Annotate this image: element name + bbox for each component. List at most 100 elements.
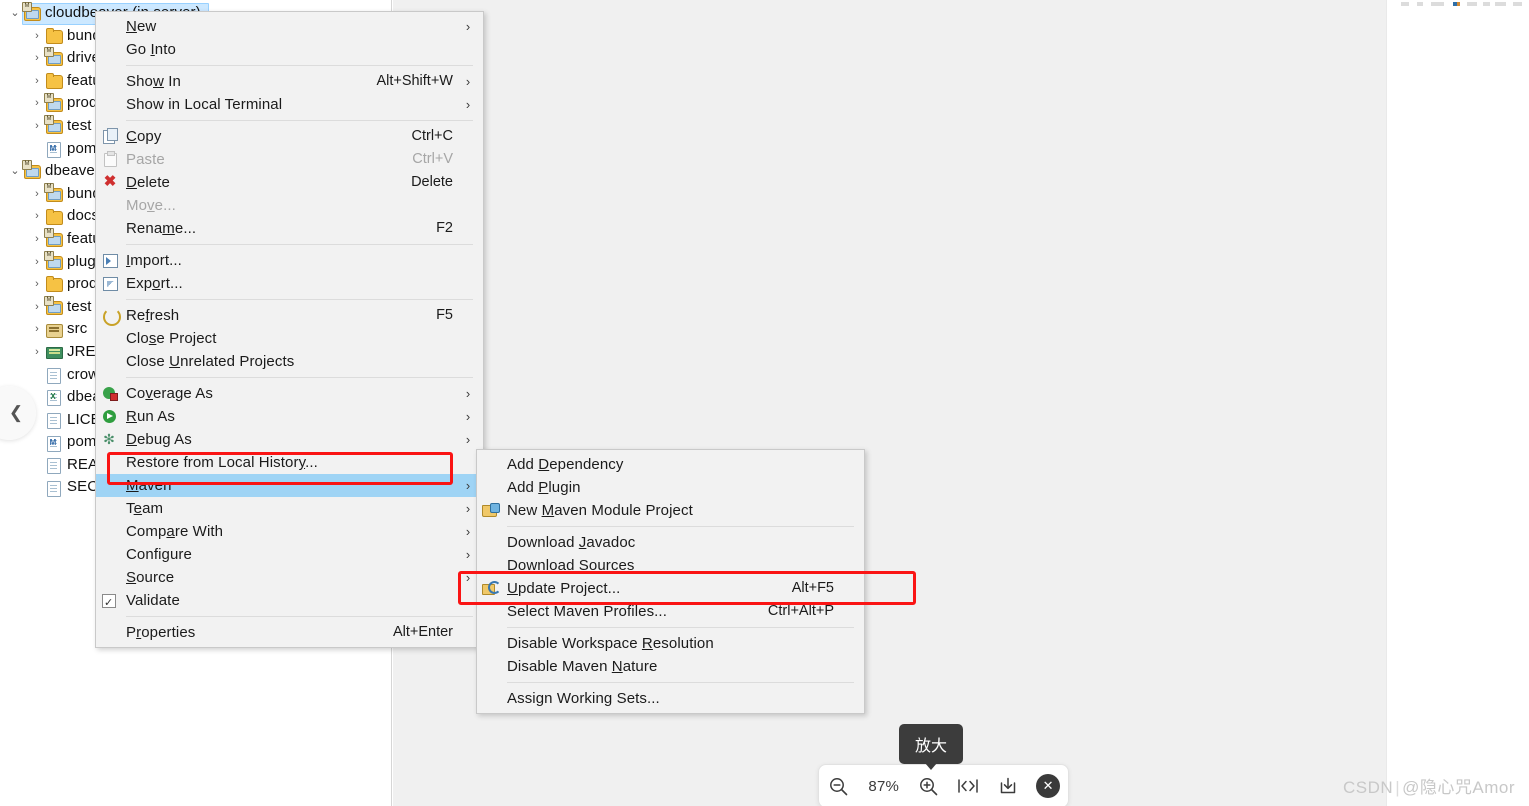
menu-item[interactable]: ✻ Debug As › — [96, 428, 483, 451]
project-context-menu[interactable]: New › Go Into Show In Alt+Shift+W › Show in Lo… — [95, 11, 484, 648]
menu-item[interactable]: Coverage As › — [96, 382, 483, 405]
tree-row-label: test — [67, 116, 92, 134]
menu-item-label: Disable Workspace Resolution — [507, 635, 714, 652]
menu-item[interactable]: Restore from Local History... — [96, 451, 483, 474]
menu-item-icon-slot — [96, 93, 126, 116]
tree-twisty-icon[interactable]: › — [30, 251, 44, 274]
folder-icon — [44, 27, 64, 44]
download-button[interactable] — [992, 770, 1024, 802]
menu-item-label: Update Project... — [507, 580, 621, 597]
new-maven-module-icon — [477, 499, 507, 522]
export-icon — [96, 272, 126, 295]
close-button[interactable]: ✕ — [1032, 770, 1064, 802]
menu-item-label: Add Dependency — [507, 456, 624, 473]
menu-item[interactable]: New Maven Module Project — [477, 499, 864, 522]
tree-twisty-icon[interactable]: › — [30, 183, 44, 206]
menu-item-label: Select Maven Profiles... — [507, 603, 667, 620]
source-package-icon — [44, 322, 64, 338]
menu-item[interactable]: Compare With › — [96, 520, 483, 543]
menu-item-icon-slot — [96, 543, 126, 566]
menu-item-label: Paste — [126, 151, 165, 168]
menu-item[interactable]: ✖ Delete Delete — [96, 171, 483, 194]
menu-item[interactable]: Configure › — [96, 543, 483, 566]
menu-item[interactable]: Properties Alt+Enter — [96, 621, 483, 644]
tree-twisty-icon[interactable]: › — [30, 296, 44, 319]
tree-twisty-icon[interactable]: › — [30, 228, 44, 251]
menu-item[interactable]: Move... — [96, 194, 483, 217]
menu-item-icon-slot — [96, 350, 126, 373]
menu-item[interactable]: Assign Working Sets... — [477, 687, 864, 710]
menu-item[interactable]: Disable Maven Nature — [477, 655, 864, 678]
menu-item[interactable]: Select Maven Profiles... Ctrl+Alt+P — [477, 600, 864, 623]
maven-project-folder-icon: M — [22, 2, 42, 22]
menu-item[interactable]: Rename... F2 — [96, 217, 483, 240]
menu-item[interactable]: Copy Ctrl+C — [96, 125, 483, 148]
menu-item[interactable]: Import... — [96, 249, 483, 272]
menu-item-label: Team — [126, 500, 164, 517]
zoom-out-button[interactable] — [823, 770, 855, 802]
menu-item-icon-slot — [477, 453, 507, 476]
menu-item[interactable]: Disable Workspace Resolution — [477, 632, 864, 655]
menu-item-accelerator: Ctrl+C — [411, 128, 454, 144]
tree-twisty-icon[interactable]: › — [30, 318, 44, 341]
menu-item-icon-slot — [96, 520, 126, 543]
menu-item[interactable]: Source › — [96, 566, 483, 589]
menu-item[interactable]: Validate — [96, 589, 483, 615]
menu-item[interactable]: Download Javadoc — [477, 531, 864, 554]
menu-separator — [126, 377, 473, 378]
menu-item-icon-slot — [477, 476, 507, 499]
maven-project-folder-icon: M — [44, 296, 64, 316]
menu-item[interactable]: Go Into — [96, 38, 483, 61]
submenu-arrow-icon: › — [465, 570, 471, 585]
menu-item-label: Properties — [126, 624, 196, 641]
menu-separator — [507, 682, 854, 683]
refresh-icon — [96, 304, 126, 327]
maven-project-folder-icon: M — [44, 115, 64, 135]
menu-item[interactable]: Refresh F5 — [96, 304, 483, 327]
maven-submenu[interactable]: Add Dependency Add Plugin New Maven Module… — [476, 449, 865, 714]
chevron-left-icon: ❮ — [8, 403, 24, 422]
menu-item[interactable]: Download Sources — [477, 554, 864, 577]
menu-item-label: Add Plugin — [507, 479, 581, 496]
menu-item-icon-slot — [477, 687, 507, 710]
tree-twisty-icon[interactable]: › — [30, 115, 44, 138]
tree-twisty-icon[interactable]: ⌄ — [8, 160, 22, 183]
menu-item[interactable]: Run As › — [96, 405, 483, 428]
menu-item[interactable]: Add Plugin — [477, 476, 864, 499]
menu-item[interactable]: Close Project — [96, 327, 483, 350]
submenu-arrow-icon: › — [465, 386, 471, 401]
image-viewer-toolbar[interactable]: 87% ✕ — [818, 764, 1069, 806]
fit-width-button[interactable] — [952, 770, 984, 802]
coverage-icon — [96, 382, 126, 405]
menu-item-label: Download Sources — [507, 557, 635, 574]
menu-item-accelerator: F5 — [436, 307, 453, 323]
menu-item[interactable]: Paste Ctrl+V — [96, 148, 483, 171]
menu-item[interactable]: Export... — [96, 272, 483, 295]
zoom-in-button[interactable] — [913, 770, 945, 802]
menu-item-label: Debug As — [126, 431, 192, 448]
menu-item[interactable]: Maven › — [96, 474, 483, 497]
menu-item-icon-slot — [96, 497, 126, 520]
menu-item-icon-slot — [477, 531, 507, 554]
folder-icon — [44, 276, 64, 293]
tree-twisty-icon[interactable]: › — [30, 273, 44, 296]
tree-twisty-icon[interactable]: › — [30, 47, 44, 70]
menu-item[interactable]: New › — [96, 15, 483, 38]
menu-item[interactable]: Add Dependency — [477, 453, 864, 476]
tree-twisty-icon[interactable]: › — [30, 70, 44, 93]
maven-project-folder-icon: M — [44, 250, 64, 270]
menu-item[interactable]: Close Unrelated Projects — [96, 350, 483, 373]
menu-item[interactable]: Team › — [96, 497, 483, 520]
tree-twisty-icon[interactable]: › — [30, 92, 44, 115]
menu-separator — [126, 65, 473, 66]
tree-twisty-icon[interactable]: ⌄ — [8, 2, 22, 25]
menu-separator — [126, 616, 473, 617]
tree-twisty-icon[interactable]: › — [30, 25, 44, 48]
menu-item[interactable]: Show in Local Terminal › — [96, 93, 483, 116]
menu-item-icon-slot — [96, 194, 126, 217]
menu-item[interactable]: Update Project... Alt+F5 — [477, 577, 864, 600]
tree-twisty-icon[interactable]: › — [30, 341, 44, 364]
debug-icon: ✻ — [103, 431, 115, 447]
menu-item[interactable]: Show In Alt+Shift+W › — [96, 70, 483, 93]
tree-twisty-icon[interactable]: › — [30, 205, 44, 228]
